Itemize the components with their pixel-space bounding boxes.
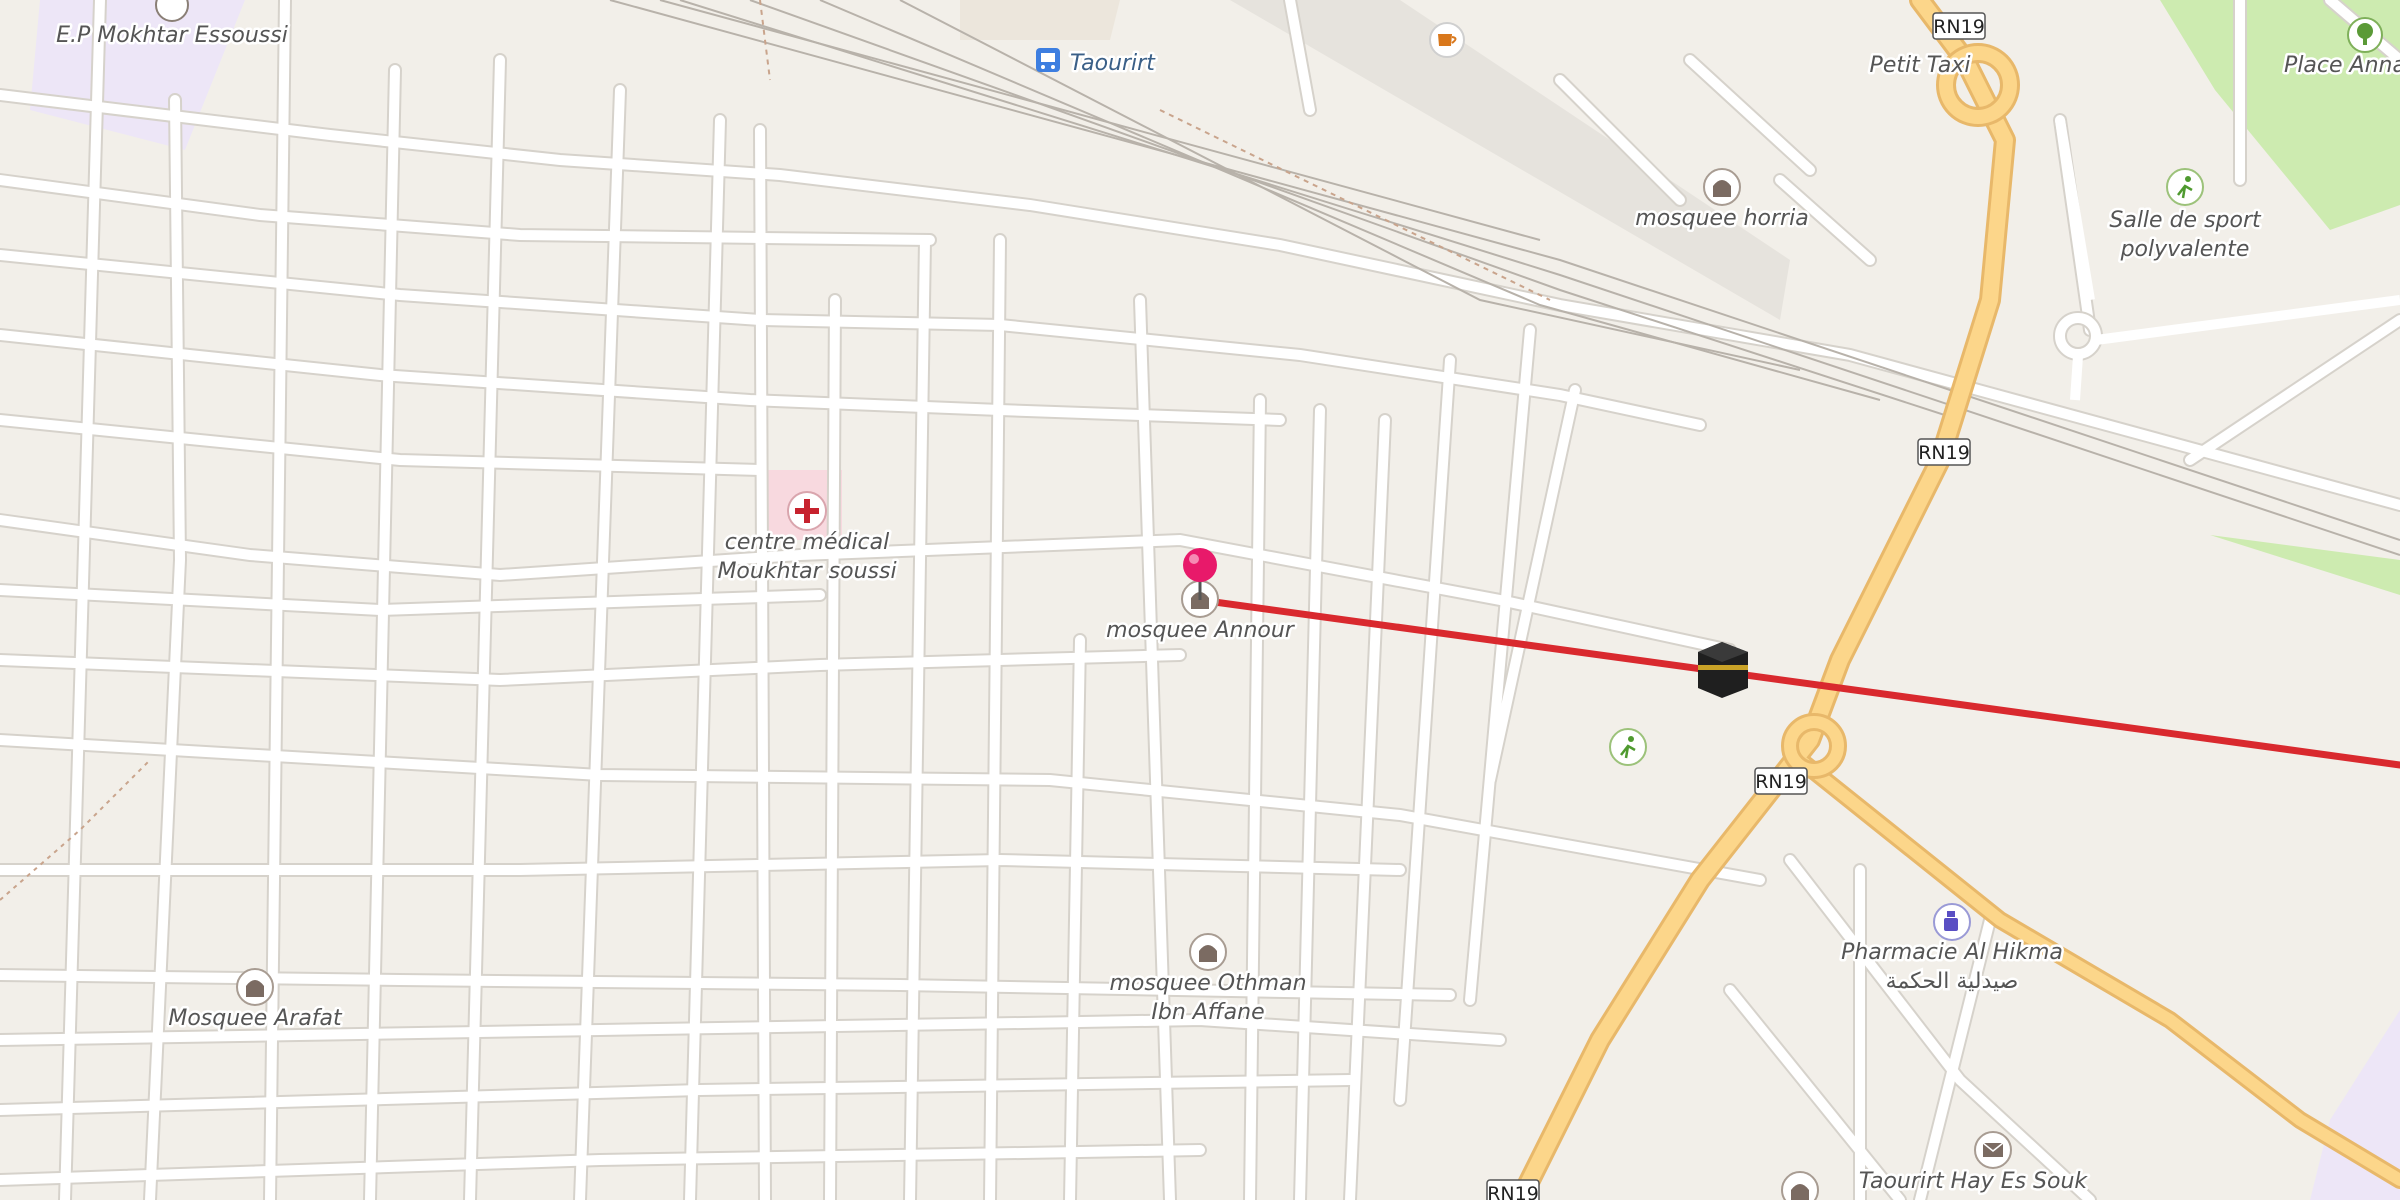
post-office-label: Taourirt Hay Es Souk [1859, 1169, 2089, 1194]
svg-text:RN19: RN19 [1933, 16, 1985, 38]
bus-station-label: Taourirt [1070, 51, 1156, 76]
pharmacy-label-line2: صيدلية الحكمة [1886, 969, 2019, 994]
map-canvas[interactable]: RN19 RN19 RN19 RN19 E.P Mokhtar Essoussi… [0, 0, 2400, 1200]
pharmacy-label-line1: Pharmacie Al Hikma [1841, 940, 2063, 965]
school-label: E.P Mokhtar Essoussi [56, 23, 288, 48]
mosque-annour-label: mosquee Annour [1106, 618, 1296, 643]
poi-sport-field[interactable] [1609, 728, 1647, 766]
road-shield-mid[interactable]: RN19 [1917, 438, 1971, 466]
mosque-othman-label-line1: mosquee Othman [1109, 971, 1306, 996]
taxi-label[interactable]: Petit Taxi [1867, 51, 1973, 81]
poi-cafe[interactable] [1429, 22, 1465, 58]
medical-center-label-line2: Moukhtar soussi [717, 559, 896, 584]
svg-text:RN19: RN19 [1755, 771, 1807, 793]
road-shield-roundabout[interactable]: RN19 [1754, 767, 1808, 795]
svg-text:RN19: RN19 [1487, 1183, 1539, 1200]
svg-text:RN19: RN19 [1918, 442, 1970, 464]
mosque-horria-label: mosquee horria [1635, 206, 1808, 231]
station-building-area [960, 0, 1120, 40]
road-shield-top[interactable]: RN19 [1932, 12, 1986, 40]
mosque-arafat-label: Mosquee Arafat [168, 1006, 343, 1031]
sport-hall-label-line1: Salle de sport [2109, 208, 2262, 233]
road-shield-bottom[interactable]: RN19 [1486, 1179, 1540, 1200]
kaaba-marker[interactable] [1698, 642, 1748, 698]
poi-mosque-bottom[interactable] [1781, 1171, 1819, 1200]
park-place-label: Place Anna [2284, 53, 2400, 78]
poi-bus-station[interactable]: Taourirt [1036, 48, 1159, 79]
mosque-othman-label-line2: Ibn Affane [1151, 1000, 1264, 1025]
medical-center-label-line1: centre médical [725, 530, 890, 555]
sport-hall-label-line2: polyvalente [2120, 237, 2250, 262]
